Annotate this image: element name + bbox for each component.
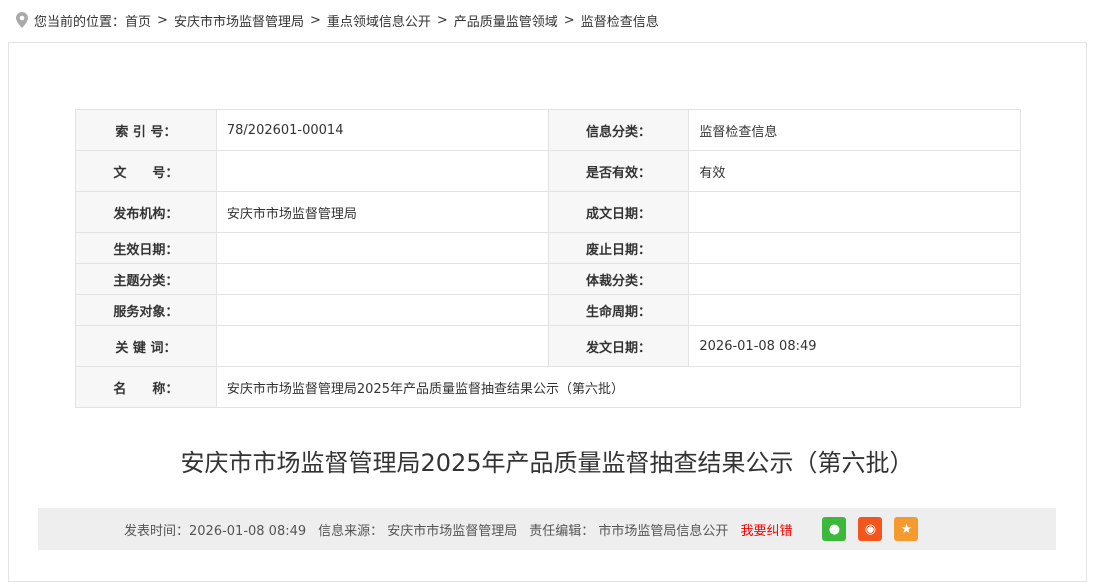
table-row: 生效日期： 废止日期：: [75, 232, 1021, 264]
field-value: [688, 294, 1021, 326]
field-label: 名 称：: [75, 366, 217, 408]
info-source: 信息来源： 安庆市市场监督管理局: [318, 523, 518, 539]
field-value: [688, 232, 1021, 264]
field-value: [215, 294, 549, 326]
breadcrumb-separator: >: [309, 12, 321, 28]
weibo-share-icon[interactable]: ◉: [858, 517, 883, 541]
field-label: 关 键 词：: [75, 325, 217, 367]
breadcrumb: 您当前的位置： 首页 > 安庆市市场监督管理局 > 重点领域信息公开 > 产品质量监管…: [16, 10, 659, 30]
table-row: 发布机构： 安庆市市场监督管理局 成文日期：: [75, 191, 1021, 233]
field-label: 索 引 号：: [75, 109, 217, 151]
table-row: 文 号： 是否有效： 有效: [75, 150, 1021, 192]
wechat-share-icon[interactable]: ●: [822, 517, 847, 541]
table-row: 主题分类： 体裁分类：: [75, 263, 1021, 295]
field-label: 文 号：: [75, 150, 217, 192]
field-label: 成文日期：: [547, 191, 690, 233]
field-label: 是否有效：: [547, 150, 690, 192]
field-value: [688, 191, 1021, 233]
breadcrumb-inspection-info[interactable]: 监督检查信息: [581, 11, 659, 30]
field-value: 78/202601-00014: [215, 109, 549, 151]
article-title: 安庆市市场监督管理局2025年产品质量监督抽查结果公示（第六批）: [180, 449, 914, 477]
breadcrumb-product-quality[interactable]: 产品质量监管领域: [454, 11, 558, 30]
content-panel: 索 引 号： 78/202601-00014 信息分类： 监督检查信息文 号： 是否有效…: [8, 42, 1087, 582]
breadcrumb-key-areas[interactable]: 重点领域信息公开: [327, 11, 431, 30]
breadcrumb-home[interactable]: 首页: [125, 11, 151, 30]
field-label: 发布机构：: [75, 191, 217, 233]
table-row: 索 引 号： 78/202601-00014 信息分类： 监督检查信息: [75, 109, 1021, 151]
field-value: [215, 325, 549, 367]
report-error-link[interactable]: 我要纠错: [740, 520, 792, 539]
table-row: 服务对象： 生命周期：: [75, 294, 1021, 326]
field-value: [215, 232, 549, 264]
field-value: [688, 263, 1021, 295]
field-value: 有效: [688, 150, 1021, 192]
field-value: [215, 263, 549, 295]
publish-time: 发表时间：2026-01-08 08:49: [124, 523, 307, 539]
field-label: 生效日期：: [75, 232, 217, 264]
breadcrumb-separator: >: [157, 12, 168, 28]
field-label: 主题分类：: [75, 263, 217, 295]
table-row: 关 键 词： 发文日期： 2026-01-08 08:49: [75, 325, 1021, 367]
table-row-name: 名 称： 安庆市市场监督管理局2025年产品质量监督抽查结果公示（第六批）: [75, 366, 1022, 408]
field-label: 体裁分类：: [547, 263, 690, 295]
article-info-bar: 发表时间：2026-01-08 08:49 信息来源： 安庆市市场监督管理局 责…: [38, 508, 1056, 550]
location-pin-icon: [16, 12, 28, 28]
breadcrumb-bureau[interactable]: 安庆市市场监督管理局: [174, 11, 304, 30]
field-value: 安庆市市场监督管理局: [215, 191, 549, 233]
field-value: [215, 150, 549, 192]
field-value: 安庆市市场监督管理局2025年产品质量监督抽查结果公示（第六批）: [215, 366, 1022, 408]
breadcrumb-separator: >: [563, 12, 575, 28]
breadcrumb-separator: >: [436, 12, 448, 28]
field-label: 发文日期：: [547, 325, 690, 367]
field-label: 服务对象：: [75, 294, 217, 326]
field-value: 2026-01-08 08:49: [688, 325, 1021, 367]
field-label: 生命周期：: [547, 294, 690, 326]
metadata-table: 索 引 号： 78/202601-00014 信息分类： 监督检查信息文 号： 是否有效…: [75, 109, 1022, 408]
editor: 责任编辑： 市市场监管局信息公开: [529, 523, 729, 539]
favorite-star-icon[interactable]: ★: [894, 517, 919, 541]
breadcrumb-prefix: 您当前的位置：: [34, 14, 126, 30]
field-label: 信息分类：: [547, 109, 690, 151]
field-label: 废止日期：: [547, 232, 690, 264]
field-value: 监督检查信息: [688, 109, 1021, 151]
